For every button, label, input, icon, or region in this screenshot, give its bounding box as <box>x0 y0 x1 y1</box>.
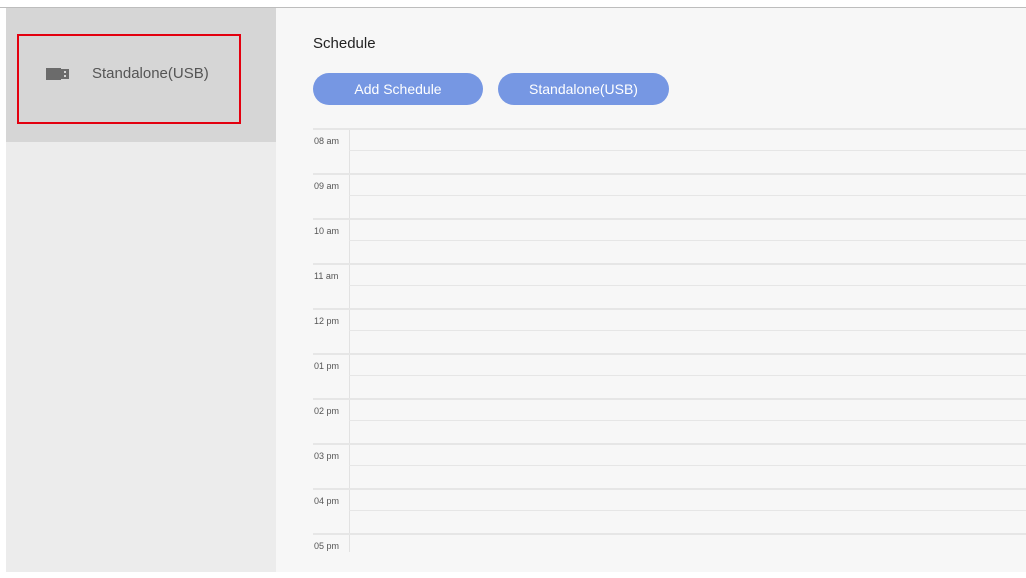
timeline-hour-row[interactable]: 04 pm <box>313 488 1026 533</box>
timeline-hour-row[interactable]: 08 am <box>313 128 1026 173</box>
timeline-hour-row[interactable]: 10 am <box>313 218 1026 263</box>
half-hour-divider <box>349 285 1026 286</box>
half-hour-divider <box>349 420 1026 421</box>
timeline-hour-row[interactable]: 12 pm <box>313 308 1026 353</box>
hour-divider <box>313 398 1026 400</box>
highlight-box <box>17 34 241 124</box>
standalone-usb-button[interactable]: Standalone(USB) <box>498 73 669 105</box>
hour-divider <box>313 353 1026 355</box>
half-hour-divider <box>349 330 1026 331</box>
main-panel: Schedule Add Schedule Standalone(USB) 08… <box>276 8 1026 572</box>
hour-divider <box>313 218 1026 220</box>
hour-divider <box>313 173 1026 175</box>
hour-label: 03 pm <box>314 451 340 461</box>
timeline-hour-row[interactable]: 03 pm <box>313 443 1026 488</box>
page-title: Schedule <box>313 35 376 52</box>
timeline-hour-row[interactable]: 01 pm <box>313 353 1026 398</box>
hour-divider <box>313 128 1026 130</box>
hour-label: 08 am <box>314 136 340 146</box>
half-hour-divider <box>349 465 1026 466</box>
hour-divider <box>313 533 1026 535</box>
hour-label: 12 pm <box>314 316 340 326</box>
hour-label: 09 am <box>314 181 340 191</box>
half-hour-divider <box>349 240 1026 241</box>
half-hour-divider <box>349 195 1026 196</box>
hour-divider <box>313 263 1026 265</box>
schedule-timeline[interactable]: 08 am 09 am 10 am 11 am 12 pm 01 pm 02 pm 03 pm… <box>313 128 1026 572</box>
add-schedule-button[interactable]: Add Schedule <box>313 73 483 105</box>
hour-label: 05 pm <box>314 541 340 551</box>
half-hour-divider <box>349 375 1026 376</box>
half-hour-divider <box>349 510 1026 511</box>
hour-label: 02 pm <box>314 406 340 416</box>
sidebar: Standalone(USB) <box>6 8 276 572</box>
hour-label: 04 pm <box>314 496 340 506</box>
hour-label: 01 pm <box>314 361 340 371</box>
timeline-hour-row[interactable]: 02 pm <box>313 398 1026 443</box>
half-hour-divider <box>349 150 1026 151</box>
timeline-hour-row[interactable]: 05 pm <box>313 533 1026 578</box>
hour-divider <box>313 488 1026 490</box>
hour-label: 10 am <box>314 226 340 236</box>
timeline-hour-row[interactable]: 11 am <box>313 263 1026 308</box>
hour-divider <box>313 308 1026 310</box>
timeline-hour-row[interactable]: 09 am <box>313 173 1026 218</box>
hour-label: 11 am <box>314 271 339 281</box>
hour-divider <box>313 443 1026 445</box>
